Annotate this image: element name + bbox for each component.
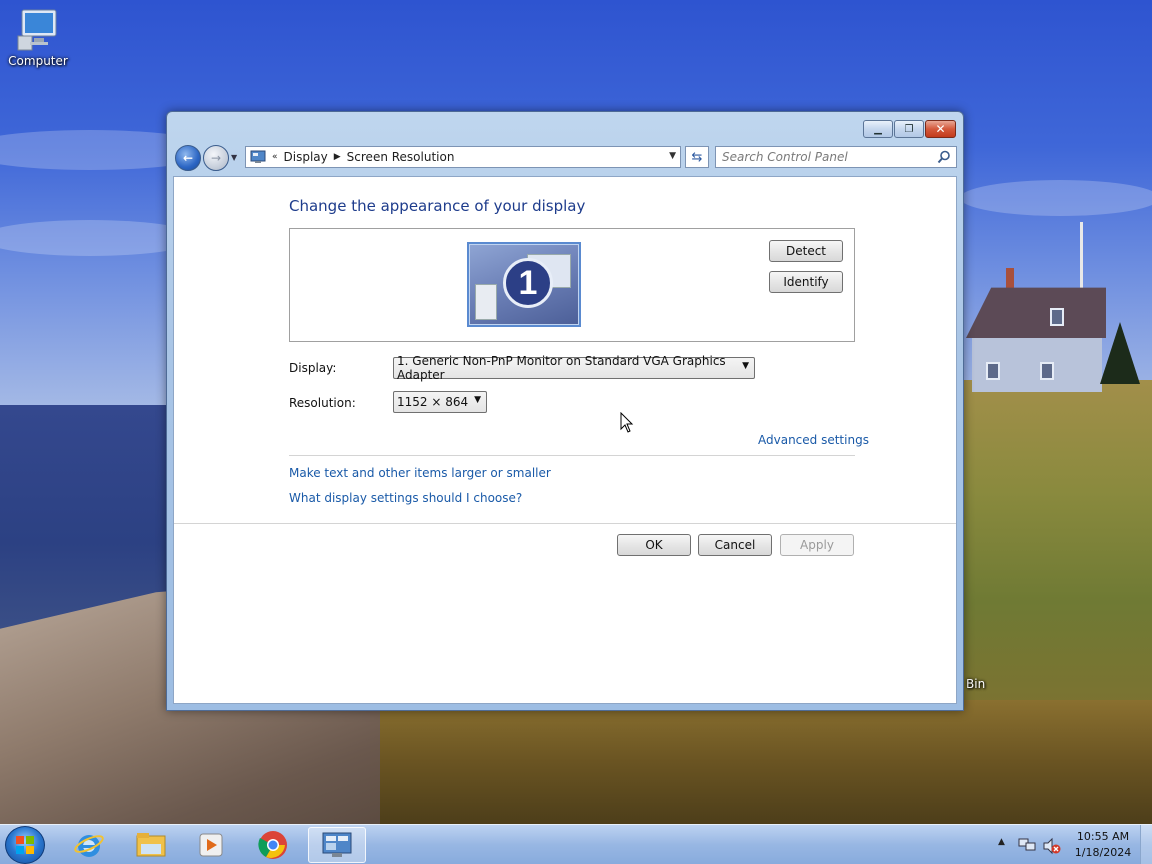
divider — [174, 523, 956, 524]
chrome-icon — [258, 831, 287, 859]
show-desktop-button[interactable] — [1140, 825, 1152, 864]
windows-logo-icon — [16, 836, 34, 854]
address-bar[interactable]: « Display ▶ Screen Resolution ▼ — [245, 146, 681, 168]
display-select-value: 1. Generic Non-PnP Monitor on Standard V… — [397, 354, 726, 382]
desktop-icon-computer[interactable]: Computer — [6, 8, 70, 74]
display-select[interactable]: 1. Generic Non-PnP Monitor on Standard V… — [393, 354, 755, 382]
taskbar: ▲ 10:55 AM 1/18/2024 — [0, 824, 1152, 864]
taskbar-control-panel[interactable] — [308, 827, 366, 863]
control-panel-icon — [322, 832, 352, 857]
navigation-bar: ← → ▼ « Display ▶ Screen Resolution ▼ ⇆ … — [173, 145, 959, 171]
search-placeholder: Search Control Panel — [722, 150, 848, 164]
minimize-button[interactable]: ▁ — [863, 120, 893, 138]
breadcrumb-overflow[interactable]: « — [272, 152, 278, 162]
breadcrumb-item-screen-resolution[interactable]: Screen Resolution — [347, 150, 455, 164]
refresh-icon: ⇆ — [691, 149, 703, 165]
network-icon[interactable] — [1018, 837, 1036, 853]
display-preview-area: 1 Detect Identify — [289, 228, 855, 342]
text-size-link[interactable]: Make text and other items larger or smal… — [289, 466, 551, 480]
back-button[interactable]: ← — [175, 145, 201, 171]
mouse-cursor-icon — [620, 412, 634, 433]
maximize-button[interactable]: ❐ — [894, 120, 924, 138]
identify-button[interactable]: Identify — [769, 271, 843, 293]
volume-muted-icon[interactable] — [1042, 837, 1062, 855]
chevron-down-icon: ▼ — [474, 395, 481, 405]
taskbar-chrome[interactable] — [246, 827, 300, 863]
search-input[interactable]: Search Control Panel — [715, 146, 957, 168]
folder-icon — [136, 833, 166, 857]
show-hidden-icons-icon[interactable]: ▲ — [998, 837, 1005, 847]
recent-pages-dropdown-icon[interactable]: ▼ — [231, 153, 237, 162]
chevron-right-icon[interactable]: ▶ — [334, 152, 341, 162]
clock-time: 10:55 AM — [1076, 830, 1130, 843]
forward-button[interactable]: → — [203, 145, 229, 171]
taskbar-windows-explorer[interactable] — [124, 827, 178, 863]
start-button[interactable] — [5, 826, 45, 864]
search-icon[interactable] — [937, 150, 951, 164]
wallpaper-house — [966, 268, 1106, 392]
taskbar-media-player[interactable] — [184, 827, 238, 863]
refresh-button[interactable]: ⇆ — [685, 146, 709, 168]
resolution-select-value: 1152 × 864 — [397, 395, 469, 409]
breadcrumb-item-display[interactable]: Display — [284, 150, 328, 164]
close-button[interactable]: ✕ — [925, 120, 956, 138]
caption-buttons: ▁ ❐ ✕ — [863, 120, 956, 138]
detect-button[interactable]: Detect — [769, 240, 843, 262]
arrow-left-icon: ← — [182, 151, 194, 165]
desktop-icon-label: Computer — [8, 54, 68, 68]
divider — [289, 455, 855, 456]
recycle-bin-label: Bin — [966, 677, 986, 691]
resolution-label: Resolution: — [289, 396, 356, 410]
screen-resolution-window: ▁ ❐ ✕ ← → ▼ « Display ▶ Screen Resolutio… — [166, 111, 964, 711]
cancel-button[interactable]: Cancel — [698, 534, 772, 556]
clock-date: 1/18/2024 — [1074, 846, 1132, 859]
display-label: Display: — [289, 361, 337, 375]
close-icon: ✕ — [935, 122, 946, 136]
arrow-right-icon: → — [210, 151, 222, 165]
restore-icon: ❐ — [904, 123, 914, 135]
wallpaper-brush — [380, 700, 1152, 824]
address-dropdown-icon[interactable]: ▼ — [669, 151, 676, 161]
monitor-number: 1 — [503, 258, 553, 308]
content-pane: Change the appearance of your display 1 … — [173, 176, 957, 704]
control-panel-icon — [250, 150, 266, 163]
computer-icon — [17, 9, 57, 51]
internet-explorer-icon — [74, 835, 104, 857]
media-player-icon — [199, 833, 223, 857]
minimize-icon: ▁ — [874, 123, 882, 135]
monitor-1-preview[interactable]: 1 — [467, 242, 581, 327]
page-title: Change the appearance of your display — [289, 197, 586, 215]
apply-button[interactable]: Apply — [780, 534, 854, 556]
taskbar-internet-explorer[interactable] — [62, 827, 116, 863]
system-clock[interactable]: 10:55 AM 1/18/2024 — [1072, 829, 1134, 861]
advanced-settings-link[interactable]: Advanced settings — [758, 433, 869, 447]
chevron-down-icon: ▼ — [742, 361, 749, 371]
wallpaper-cloud — [960, 180, 1152, 216]
display-help-link[interactable]: What display settings should I choose? — [289, 491, 522, 505]
ok-button[interactable]: OK — [617, 534, 691, 556]
resolution-select[interactable]: 1152 × 864 ▼ — [393, 391, 487, 413]
